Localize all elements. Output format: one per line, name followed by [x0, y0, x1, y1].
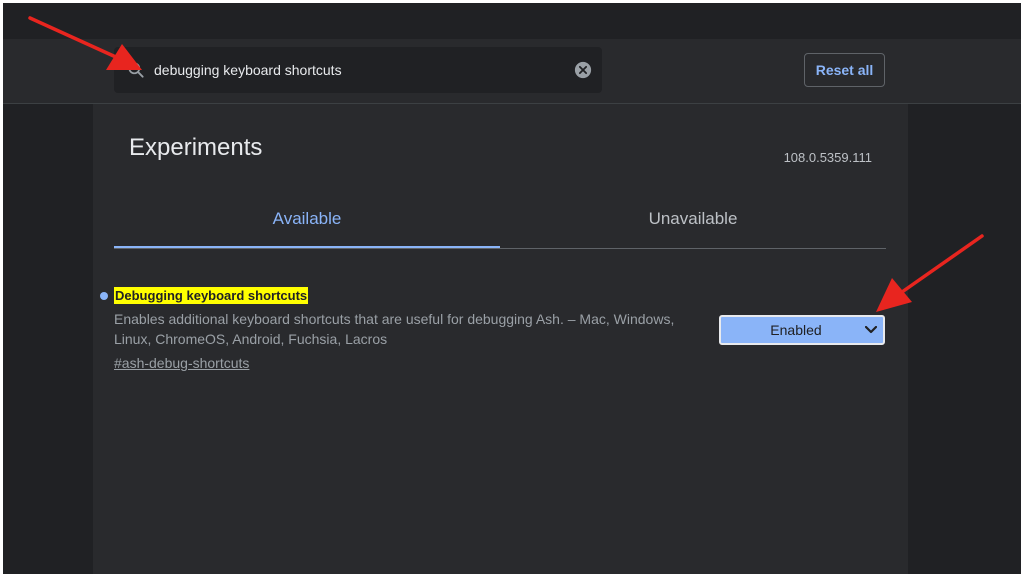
browser-viewport: Reset all Experiments 108.0.5359.111 Ava… — [3, 3, 1021, 574]
top-strip — [3, 3, 1021, 39]
search-input[interactable] — [154, 47, 554, 93]
chevron-down-icon — [865, 326, 877, 334]
clear-icon[interactable] — [574, 61, 592, 79]
select-value: Enabled — [770, 322, 822, 338]
experiments-panel: Experiments 108.0.5359.111 Available Una… — [93, 104, 908, 574]
experiment-link[interactable]: #ash-debug-shortcuts — [114, 355, 249, 371]
bullet-dot — [100, 292, 108, 300]
experiment-state-select[interactable]: Enabled — [719, 315, 885, 345]
search-box[interactable] — [114, 47, 602, 93]
experiment-name: Debugging keyboard shortcuts — [114, 287, 309, 304]
page-title: Experiments — [129, 134, 263, 161]
tab-available[interactable]: Available — [114, 196, 500, 248]
reset-all-button[interactable]: Reset all — [804, 53, 885, 87]
tab-bar: Available Unavailable — [114, 196, 886, 249]
tab-unavailable[interactable]: Unavailable — [500, 196, 886, 246]
experiment-item: Debugging keyboard shortcuts Enables add… — [100, 284, 890, 394]
version-number: 108.0.5359.111 — [783, 150, 872, 165]
header-bar: Reset all — [3, 39, 1021, 104]
experiment-description: Enables additional keyboard shortcuts th… — [114, 311, 675, 347]
search-icon — [128, 62, 144, 78]
